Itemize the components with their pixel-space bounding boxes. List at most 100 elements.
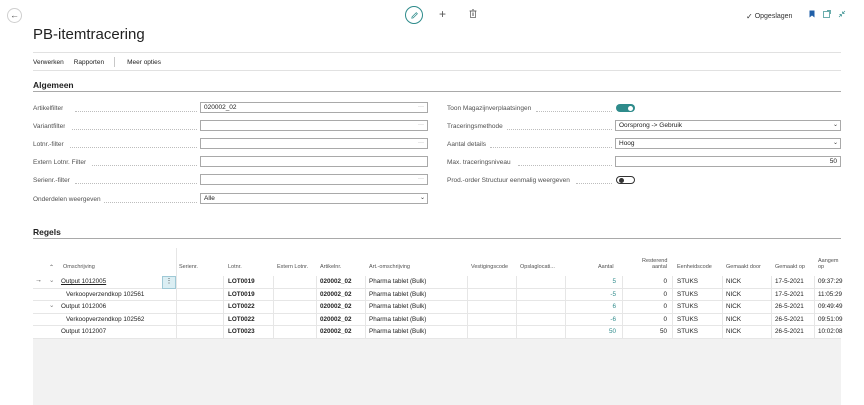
col-header-opslaglocatie[interactable]: Opslaglocati... xyxy=(520,264,555,270)
toggle-knob xyxy=(618,177,624,183)
expand-chevron-icon[interactable]: ⌄ xyxy=(49,277,54,284)
dotted-leader xyxy=(507,129,612,130)
column-divider xyxy=(516,276,517,339)
cell-aangemaakt-op: 09:51:09 xyxy=(818,315,843,323)
col-header-eenheidscode[interactable]: Eenheidscode xyxy=(677,264,712,270)
edit-button[interactable] xyxy=(405,6,423,24)
cell-lotnr: LOT0023 xyxy=(228,328,255,335)
column-divider xyxy=(771,276,772,339)
cell-aantal[interactable]: 5 xyxy=(588,278,616,285)
collapse-all-icon[interactable]: ⌃ xyxy=(49,264,54,271)
column-divider xyxy=(565,276,566,339)
lines-grid: ⌃ Omschrijving Serienr. Lotnr. Extern Lo… xyxy=(33,248,843,405)
lookup-icon[interactable]: ··· xyxy=(418,175,424,184)
dotted-leader xyxy=(518,165,612,166)
field-label-traceringsmethode: Traceringsmethode xyxy=(447,123,503,130)
col-header-extern-lotnr[interactable]: Extern Lotnr. xyxy=(277,264,308,270)
row-menu-button[interactable]: ⋮ xyxy=(162,276,176,289)
prod-order-structuur-toggle[interactable] xyxy=(616,176,635,184)
lookup-icon[interactable]: ··· xyxy=(418,139,424,148)
chevron-down-icon: ⌄ xyxy=(419,195,425,201)
table-row[interactable]: Verkoopverzendkop 102562 LOT0022 020002_… xyxy=(33,313,843,326)
cell-omschrijving[interactable]: Output 1012007 xyxy=(61,328,106,335)
cell-artikelnr: 020002_02 xyxy=(320,328,352,335)
divider xyxy=(33,70,841,71)
chevron-down-icon: ⌄ xyxy=(832,122,838,128)
cell-eenheidscode: STUKS xyxy=(677,315,698,323)
serienr-filter-input[interactable]: ··· xyxy=(200,174,428,185)
lookup-icon[interactable]: ··· xyxy=(418,103,424,112)
cell-omschrijving[interactable]: Output 1012005 xyxy=(61,278,106,285)
col-header-aantal[interactable]: Aantal xyxy=(598,264,614,270)
cell-art-omschrijving: Pharma tablet (Bulk) xyxy=(369,328,427,335)
col-header-gemaakt-door[interactable]: Gemaakt door xyxy=(726,264,761,270)
cell-omschrijving[interactable]: Verkoopverzendkop 102561 xyxy=(66,291,144,298)
onderdelen-weergeven-select[interactable]: Alle ⌄ xyxy=(200,193,428,204)
table-row[interactable]: Verkoopverzendkop 102561 LOT0019 020002_… xyxy=(33,288,843,301)
artikelfilter-input[interactable]: 020002_02 ··· xyxy=(200,102,428,113)
toggle-knob xyxy=(628,105,633,111)
section-rule xyxy=(33,91,841,92)
cell-eenheidscode: STUKS xyxy=(677,303,698,310)
aantal-details-select[interactable]: Hoog ⌄ xyxy=(615,138,841,149)
cell-aantal[interactable]: -5 xyxy=(588,291,616,298)
table-row[interactable]: Output 1012007 LOT0023 020002_02 Pharma … xyxy=(33,326,843,339)
cell-artikelnr: 020002_02 xyxy=(320,315,352,323)
current-row-arrow-icon: → xyxy=(35,277,42,284)
col-header-aangemaakt-op[interactable]: Aangem op xyxy=(818,258,839,270)
cell-aangemaakt-op: 11:05:29 xyxy=(818,290,843,298)
cell-eenheidscode: STUKS xyxy=(677,328,698,335)
cell-aantal[interactable]: 6 xyxy=(588,303,616,310)
action-rapporten[interactable]: Rapporten xyxy=(74,59,104,66)
col-header-vestigingscode[interactable]: Vestigingscode xyxy=(471,264,508,270)
field-label-toon-magazijnverplaatsingen: Toon Magazijnverplaatsingen xyxy=(447,105,532,112)
max-traceringsniveau-input[interactable]: 50 xyxy=(615,156,841,167)
cell-omschrijving[interactable]: Verkoopverzendkop 102562 xyxy=(66,316,144,323)
delete-button[interactable] xyxy=(469,9,477,20)
section-title-regels[interactable]: Regels xyxy=(33,227,61,237)
save-status: ✓ Opgeslagen xyxy=(746,12,792,21)
back-arrow-icon[interactable]: ← xyxy=(7,8,22,23)
col-header-serienr[interactable]: Serienr. xyxy=(179,264,198,270)
table-row[interactable]: → ⌄ Output 1012005 ⋮ LOT0019 020002_02 P… xyxy=(33,276,843,289)
cell-art-omschrijving: Pharma tablet (Bulk) xyxy=(369,290,427,298)
field-label-lotnr-filter: Lotnr.-filter xyxy=(33,141,64,148)
cell-gemaakt-door: NICK xyxy=(726,303,742,310)
cell-artikelnr: 020002_02 xyxy=(320,290,352,298)
col-header-artikelnr[interactable]: Artikelnr. xyxy=(320,264,341,270)
field-label-extern-lotnr-filter: Extern Lotnr. Filter xyxy=(33,159,87,166)
cell-resterend-aantal: 0 xyxy=(663,303,667,310)
toon-magazijnverplaatsingen-toggle[interactable] xyxy=(616,104,635,112)
expand-chevron-icon[interactable]: ⌄ xyxy=(49,302,54,309)
action-verwerken[interactable]: Verwerken xyxy=(33,59,64,66)
col-header-art-omschrijving[interactable]: Art.-omschrijving xyxy=(369,264,410,270)
cell-eenheidscode: STUKS xyxy=(677,278,698,285)
table-row[interactable]: ⌄ Output 1012006 LOT0022 020002_02 Pharm… xyxy=(33,301,843,314)
col-header-lotnr[interactable]: Lotnr. xyxy=(228,264,242,270)
lotnr-filter-input[interactable]: ··· xyxy=(200,138,428,149)
col-header-omschrijving[interactable]: Omschrijving xyxy=(63,264,95,270)
cell-gemaakt-door: NICK xyxy=(726,315,742,323)
cell-aantal[interactable]: -6 xyxy=(588,316,616,323)
cell-aantal[interactable]: 50 xyxy=(588,328,616,335)
column-divider xyxy=(176,248,177,339)
plus-icon: + xyxy=(439,7,447,21)
cell-gemaakt-op: 17-5-2021 xyxy=(775,290,804,298)
column-divider xyxy=(467,276,468,339)
cell-omschrijving[interactable]: Output 1012006 xyxy=(61,303,106,310)
col-header-resterend-aantal[interactable]: Resterend aantal xyxy=(642,258,667,270)
cell-gemaakt-op: 26-5-2021 xyxy=(775,303,804,310)
traceringsmethode-select[interactable]: Oorsprong -> Gebruik ⌄ xyxy=(615,120,841,131)
column-divider xyxy=(365,276,366,339)
new-button[interactable]: + xyxy=(439,8,446,20)
collapse-icon[interactable] xyxy=(838,10,846,20)
bookmark-icon[interactable] xyxy=(809,10,815,20)
lookup-icon[interactable]: ··· xyxy=(418,121,424,130)
extern-lotnr-filter-input[interactable] xyxy=(200,156,428,167)
action-meer-opties[interactable]: Meer opties xyxy=(127,59,161,66)
traceringsmethode-value: Oorsprong -> Gebruik xyxy=(619,122,683,129)
section-title-algemeen[interactable]: Algemeen xyxy=(33,80,74,90)
open-in-new-window-icon[interactable] xyxy=(823,10,831,20)
variantfilter-input[interactable]: ··· xyxy=(200,120,428,131)
col-header-gemaakt-op[interactable]: Gemaakt op xyxy=(775,264,805,270)
